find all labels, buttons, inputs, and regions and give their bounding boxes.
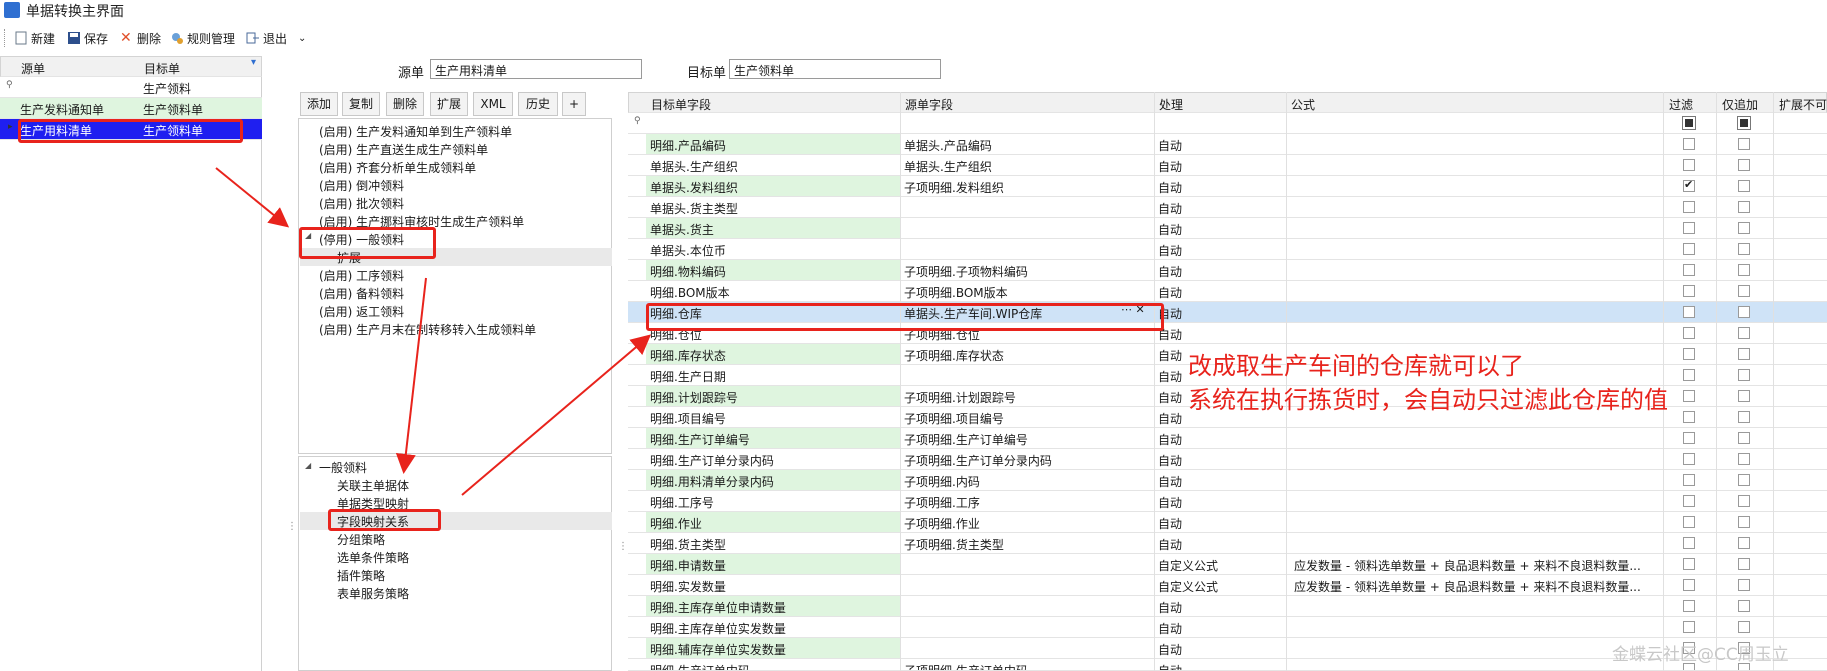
watermark: 金蝶云社区@CC周玉立 (1612, 645, 1789, 665)
annotation-arrows (215, 167, 652, 496)
arrow-to-warehouse-row (461, 334, 652, 496)
arrow-to-rule (215, 167, 290, 228)
arrow-to-field-mapping (395, 277, 427, 474)
